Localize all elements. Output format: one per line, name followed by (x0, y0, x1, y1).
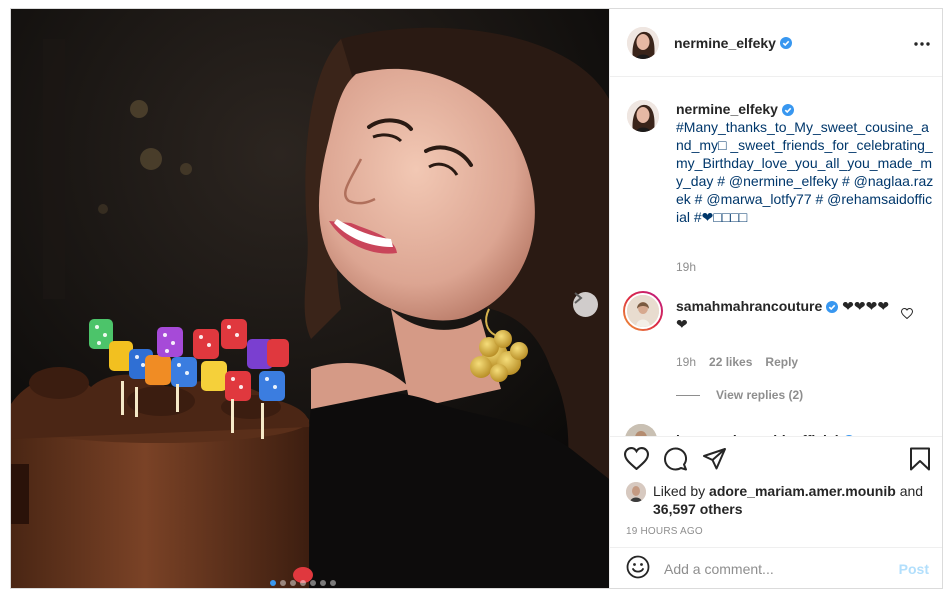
post-header: nermine_elfeky (610, 9, 942, 77)
view-replies-button[interactable]: View replies (2) (676, 388, 803, 402)
paper-plane-icon (703, 448, 726, 470)
verified-badge-icon (779, 36, 792, 49)
replies-divider (676, 394, 700, 396)
commenter-avatar[interactable] (625, 424, 657, 436)
action-icons (623, 447, 727, 476)
post-side-panel: nermine_elfeky nermine_elfeky #Many_than… (609, 9, 942, 588)
liker-avatar[interactable] (626, 482, 646, 502)
profile-photo (627, 100, 659, 132)
comment-bubble-icon (664, 447, 688, 471)
carousel-dot (330, 580, 336, 586)
carousel-dot (270, 580, 276, 586)
author-username[interactable]: nermine_elfeky (674, 35, 776, 51)
comment-button[interactable] (663, 447, 688, 476)
next-slide-button[interactable] (573, 292, 598, 317)
more-horizontal-icon (914, 42, 930, 46)
carousel-dot (290, 580, 296, 586)
emoji-button[interactable] (626, 555, 650, 584)
comments-section[interactable]: nermine_elfeky #Many_thanks_to_My_sweet_… (610, 78, 942, 436)
verified-badge-icon (781, 104, 794, 116)
post-photo[interactable] (11, 9, 609, 588)
reply-button[interactable]: Reply (765, 355, 798, 369)
like-button[interactable] (623, 447, 650, 476)
heart-outline-icon (623, 447, 650, 471)
author-avatar[interactable] (627, 26, 659, 59)
liked-by-prefix: Liked by (653, 483, 706, 499)
commenter-username[interactable]: samahmahrancouture (676, 298, 822, 314)
caption-body[interactable]: #Many_thanks_to_My_sweet_cousine_and_my□… (676, 119, 933, 225)
instagram-post: nermine_elfeky nermine_elfeky #Many_than… (10, 8, 943, 589)
post-comment-button[interactable]: Post (899, 561, 929, 577)
view-replies-label: View replies (2) (716, 388, 804, 402)
add-comment-bar: Post (610, 547, 942, 588)
save-button[interactable] (909, 447, 931, 476)
carousel-indicator (270, 580, 336, 586)
carousel-dot (280, 580, 286, 586)
heart-outline-icon (900, 307, 914, 320)
profile-photo (626, 482, 646, 502)
profile-photo (627, 295, 659, 327)
comment-meta: 19h 22 likes Reply (676, 355, 798, 369)
bookmark-icon (910, 447, 930, 471)
caption-author-avatar[interactable] (627, 100, 659, 132)
more-options-button[interactable] (914, 33, 930, 51)
profile-photo (625, 424, 657, 436)
profile-photo (627, 26, 659, 59)
carousel-dot (310, 580, 316, 586)
post-timestamp[interactable]: 19 HOURS AGO (626, 526, 703, 537)
likes-count[interactable]: 36,597 others (653, 501, 743, 517)
comment-time[interactable]: 19h (676, 355, 696, 369)
caption-username[interactable]: nermine_elfeky (676, 101, 778, 117)
liked-by-user[interactable]: adore_mariam.amer.mounib (709, 483, 896, 499)
comment-likes[interactable]: 22 likes (709, 355, 752, 369)
comment-input[interactable] (664, 561, 884, 577)
post-actions: Liked by adore_mariam.amer.mounib and 36… (610, 436, 942, 546)
carousel-dot (300, 580, 306, 586)
caption-text: nermine_elfeky #Many_thanks_to_My_sweet_… (676, 100, 934, 226)
smiley-icon (626, 555, 650, 578)
caption-time[interactable]: 19h (676, 260, 696, 274)
share-button[interactable] (702, 447, 727, 476)
like-comment-button[interactable] (900, 306, 914, 324)
verified-badge-icon (826, 301, 839, 313)
comment-text: samahmahrancouture ❤❤❤❤ ❤ (676, 297, 891, 333)
birthday-photo-illustration (11, 9, 609, 588)
likes-summary: Liked by adore_mariam.amer.mounib and 36… (626, 482, 936, 518)
chevron-right-icon (574, 292, 583, 304)
liked-by-joiner: and (899, 483, 924, 499)
carousel-dot (320, 580, 326, 586)
commenter-avatar[interactable] (623, 291, 663, 331)
